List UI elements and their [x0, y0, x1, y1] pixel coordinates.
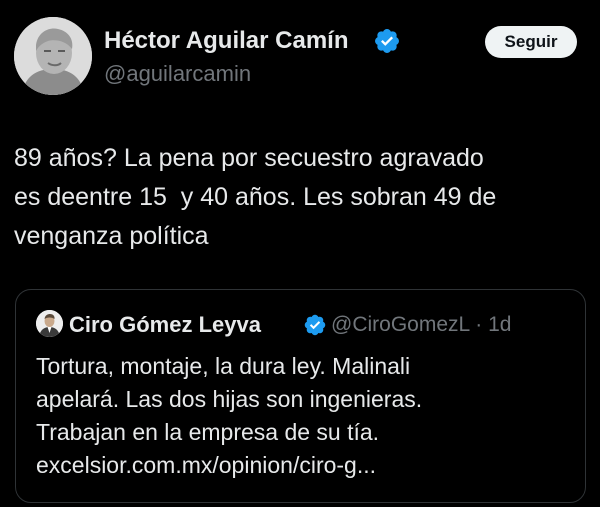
- quoted-tweet-card[interactable]: Ciro Gómez Leyva @CiroGomezL · 1d Tortur…: [15, 289, 586, 503]
- verified-badge-icon: [373, 27, 401, 55]
- author-handle[interactable]: @aguilarcamin: [104, 61, 251, 87]
- author-avatar-image: [14, 17, 92, 95]
- tweet-text-line: es deentre 15 y 40 años. Les sobran 49 d…: [14, 183, 497, 211]
- tweet-text: 89 años? La pena por secuestro agravado …: [14, 139, 589, 256]
- quote-text-line: Trabajan en la empresa de su tía.: [36, 419, 380, 445]
- author-name[interactable]: Héctor Aguilar Camín: [104, 27, 349, 55]
- quote-author-avatar[interactable]: [36, 310, 63, 337]
- quote-author-avatar-image: [36, 310, 63, 337]
- tweet-text-line: 89 años? La pena por secuestro agravado: [14, 144, 484, 172]
- verified-badge-icon: [303, 313, 327, 337]
- quote-text-line: Tortura, montaje, la dura ley. Malinali: [36, 353, 411, 379]
- quote-text-line: apelará. Las dos hijas son ingenieras.: [36, 386, 423, 412]
- quote-author-handle-time[interactable]: @CiroGomezL · 1d: [331, 312, 511, 338]
- tweet-text-line: venganza política: [14, 222, 209, 250]
- quote-author-name[interactable]: Ciro Gómez Leyva: [69, 312, 261, 338]
- author-avatar[interactable]: [14, 17, 92, 95]
- quote-link[interactable]: excelsior.com.mx/opinion/ciro-g...: [36, 449, 576, 482]
- follow-button[interactable]: Seguir: [485, 26, 577, 58]
- quote-text: Tortura, montaje, la dura ley. Malinali …: [36, 350, 576, 482]
